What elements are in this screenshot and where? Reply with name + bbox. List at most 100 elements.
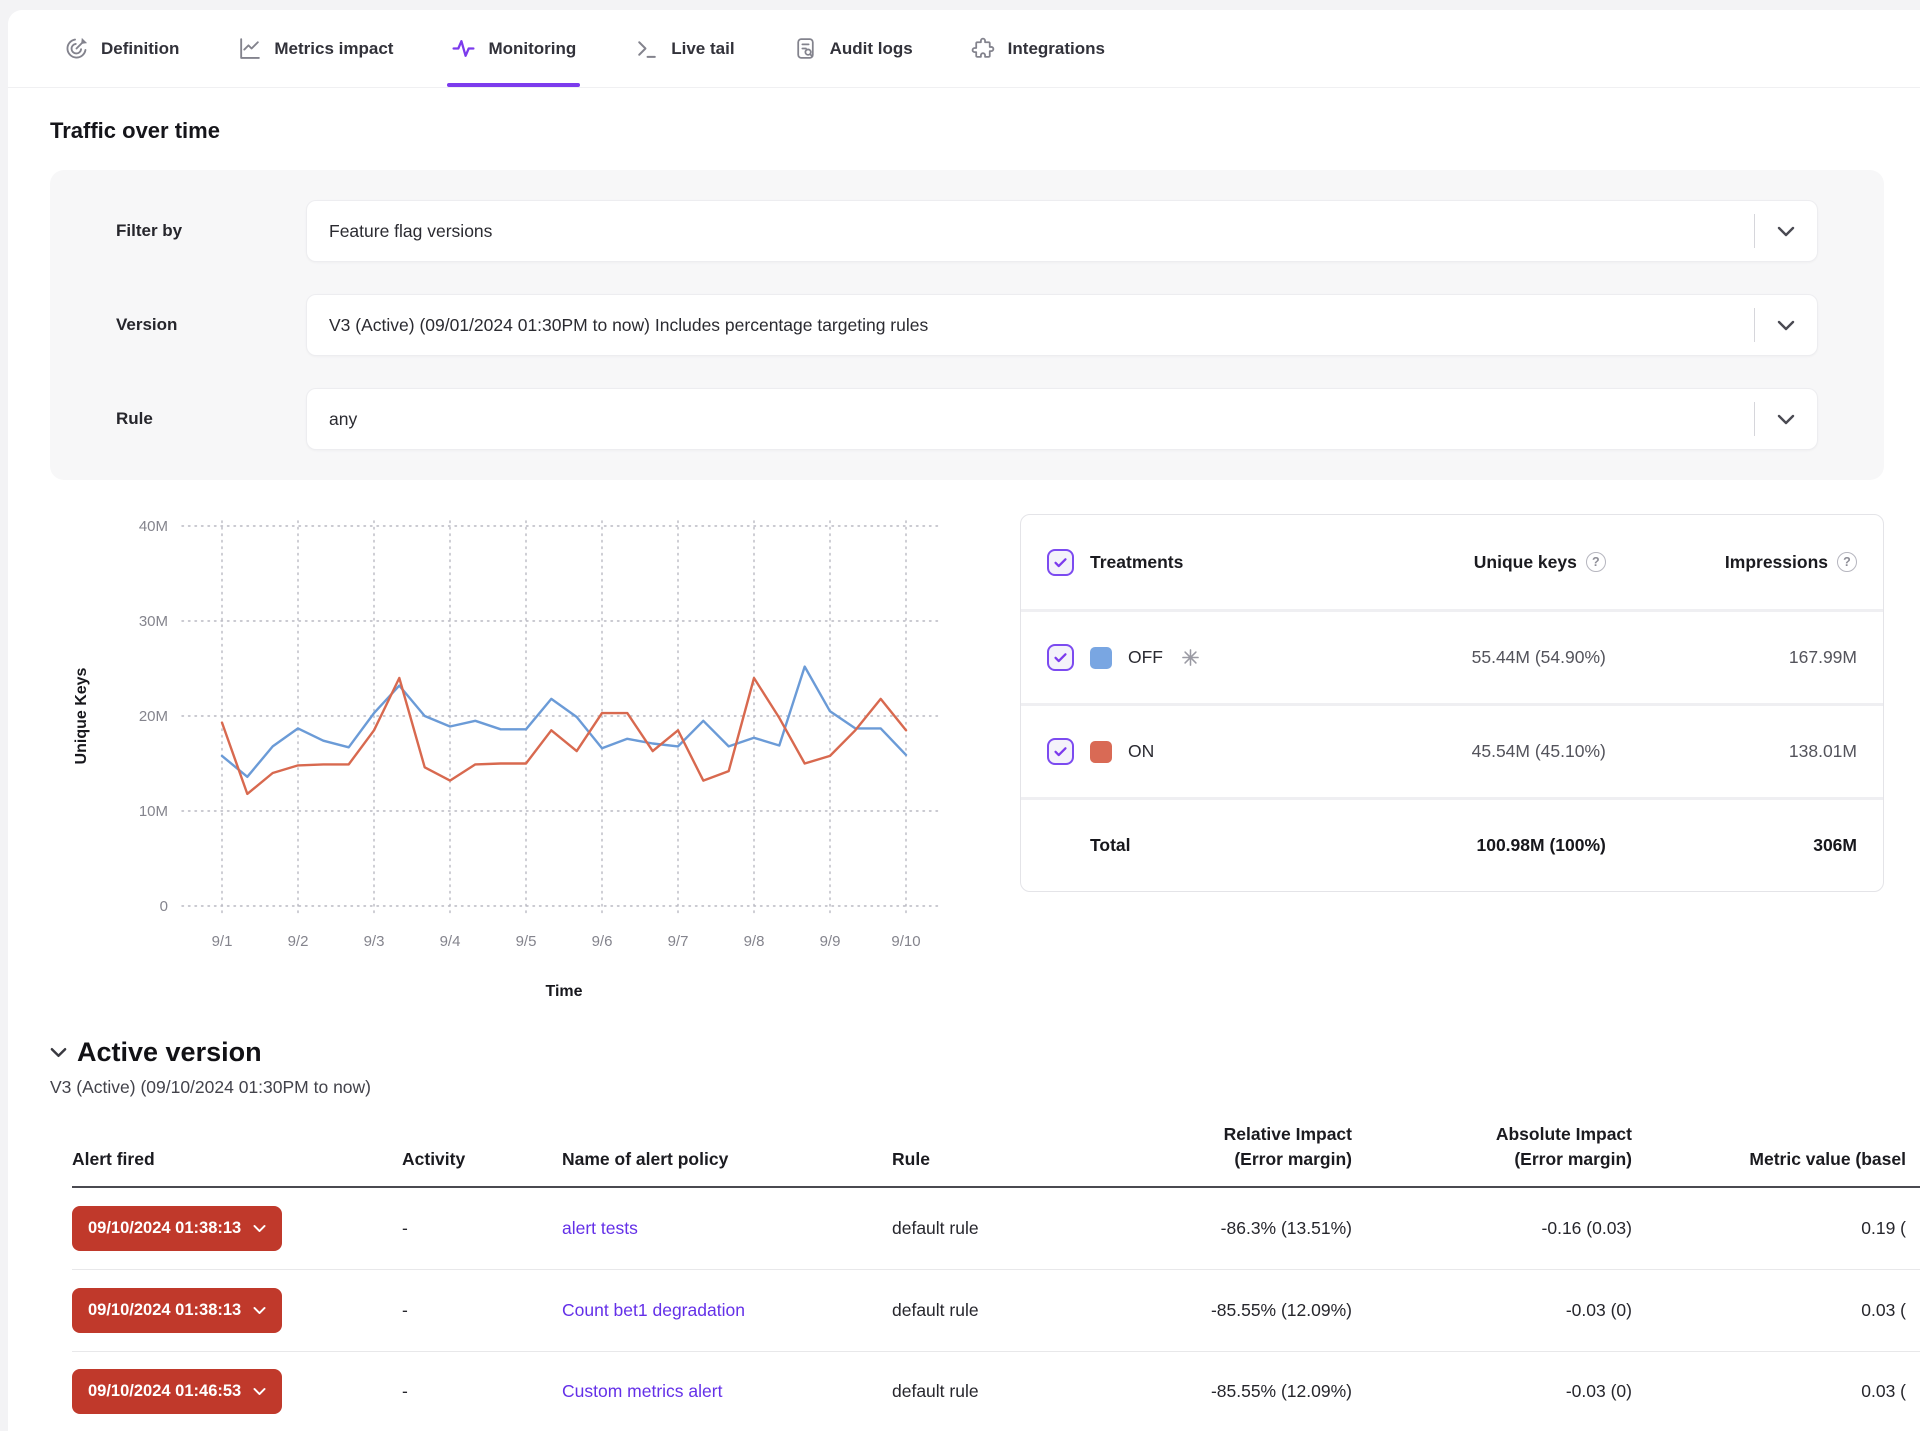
treatments-table: Treatments Unique keys ? Impressions ? — [1020, 514, 1884, 892]
help-icon[interactable]: ? — [1837, 552, 1857, 572]
treatment-impressions: 138.01M — [1789, 741, 1857, 762]
svg-text:9/6: 9/6 — [592, 933, 613, 950]
alert-fired-badge[interactable]: 09/10/2024 01:46:53 — [72, 1369, 282, 1414]
alert-row: 09/10/2024 01:46:53 - Custom metrics ale… — [72, 1352, 1920, 1431]
svg-text:Time: Time — [545, 983, 582, 1000]
filter-by-dropdown[interactable]: Feature flag versions — [306, 200, 1818, 262]
alert-metric-value: 0.03 ( — [1632, 1381, 1920, 1402]
puzzle-icon — [971, 36, 996, 61]
treatments-title: Treatments — [1090, 552, 1183, 573]
col-relative-impact: Relative Impact(Error margin) — [1102, 1122, 1352, 1173]
svg-text:30M: 30M — [139, 613, 168, 630]
svg-text:10M: 10M — [139, 803, 168, 820]
svg-text:20M: 20M — [139, 708, 168, 725]
alert-fired-badge[interactable]: 09/10/2024 01:38:13 — [72, 1206, 282, 1251]
alert-row: 09/10/2024 01:38:13 - Count bet1 degrada… — [72, 1270, 1920, 1352]
treatment-on-swatch — [1090, 741, 1112, 763]
col-absolute-impact: Absolute Impact(Error margin) — [1352, 1122, 1632, 1173]
treatment-off-checkbox[interactable] — [1047, 644, 1074, 671]
tab-audit-logs[interactable]: Audit logs — [793, 10, 913, 87]
tab-label: Monitoring — [488, 39, 576, 59]
treatments-total-row: Total 100.98M (100%) 306M — [1021, 797, 1883, 891]
help-icon[interactable]: ? — [1586, 552, 1606, 572]
treatment-on-checkbox[interactable] — [1047, 738, 1074, 765]
total-label: Total — [1090, 835, 1131, 856]
active-version-subtitle: V3 (Active) (09/10/2024 01:30PM to now) — [50, 1077, 1884, 1098]
alert-rule: default rule — [892, 1300, 1102, 1321]
version-label: Version — [116, 315, 306, 335]
total-impressions: 306M — [1813, 835, 1857, 856]
alert-rule: default rule — [892, 1218, 1102, 1239]
svg-text:Unique Keys: Unique Keys — [73, 667, 90, 764]
svg-text:9/2: 9/2 — [288, 933, 309, 950]
svg-text:40M: 40M — [139, 518, 168, 535]
filter-row-version: Version V3 (Active) (09/01/2024 01:30PM … — [116, 294, 1818, 356]
version-dropdown[interactable]: V3 (Active) (09/01/2024 01:30PM to now) … — [306, 294, 1818, 356]
chevron-down-icon — [1755, 226, 1817, 237]
page-title: Traffic over time — [50, 118, 1884, 144]
alert-absolute-impact: -0.03 (0) — [1352, 1381, 1632, 1402]
alert-activity: - — [402, 1300, 562, 1321]
svg-text:9/3: 9/3 — [364, 933, 385, 950]
tab-label: Live tail — [671, 39, 734, 59]
dropdown-value: V3 (Active) (09/01/2024 01:30PM to now) … — [329, 315, 1754, 336]
tab-metrics-impact[interactable]: Metrics impact — [237, 10, 393, 87]
alert-row: 09/10/2024 01:38:13 - alert tests defaul… — [72, 1188, 1920, 1270]
tab-definition[interactable]: Definition — [64, 10, 179, 87]
alert-absolute-impact: -0.16 (0.03) — [1352, 1218, 1632, 1239]
tab-live-tail[interactable]: Live tail — [634, 10, 734, 87]
col-metric-value: Metric value (basel — [1632, 1147, 1920, 1172]
tab-bar: Definition Metrics impact Monitoring Liv… — [8, 10, 1920, 88]
filter-by-label: Filter by — [116, 221, 306, 241]
filter-panel: Filter by Feature flag versions Version … — [50, 170, 1884, 480]
alert-relative-impact: -86.3% (13.51%) — [1102, 1218, 1352, 1239]
active-version-title: Active version — [77, 1037, 262, 1068]
document-search-icon — [793, 36, 818, 61]
chevron-down-icon — [1755, 320, 1817, 331]
alert-fired-time: 09/10/2024 01:38:13 — [88, 1301, 241, 1320]
col-alert-fired: Alert fired — [72, 1147, 402, 1172]
tab-label: Metrics impact — [274, 39, 393, 59]
svg-text:9/10: 9/10 — [891, 933, 920, 950]
svg-text:9/1: 9/1 — [212, 933, 233, 950]
svg-text:9/4: 9/4 — [440, 933, 461, 950]
dropdown-value: any — [329, 409, 1754, 430]
chevron-down-icon — [253, 1306, 266, 1315]
treatment-name: ON — [1128, 741, 1154, 762]
alert-rule: default rule — [892, 1381, 1102, 1402]
treatments-header-row: Treatments Unique keys ? Impressions ? — [1021, 515, 1883, 609]
alert-relative-impact: -85.55% (12.09%) — [1102, 1300, 1352, 1321]
alert-metric-value: 0.19 ( — [1632, 1218, 1920, 1239]
impressions-header: Impressions — [1725, 552, 1828, 573]
check-icon — [1052, 649, 1069, 666]
treatment-impressions: 167.99M — [1789, 647, 1857, 668]
tab-monitoring[interactable]: Monitoring — [451, 10, 576, 87]
alert-policy-link[interactable]: Custom metrics alert — [562, 1381, 722, 1401]
alert-policy-link[interactable]: Count bet1 degradation — [562, 1300, 745, 1320]
unique-keys-header: Unique keys — [1474, 552, 1577, 573]
svg-text:9/5: 9/5 — [516, 933, 537, 950]
rule-label: Rule — [116, 409, 306, 429]
col-rule: Rule — [892, 1147, 1102, 1172]
alert-fired-badge[interactable]: 09/10/2024 01:38:13 — [72, 1288, 282, 1333]
check-icon — [1052, 554, 1069, 571]
alert-activity: - — [402, 1218, 562, 1239]
active-version-header[interactable]: Active version — [50, 1037, 1884, 1068]
tab-integrations[interactable]: Integrations — [971, 10, 1105, 87]
alert-absolute-impact: -0.03 (0) — [1352, 1300, 1632, 1321]
tab-label: Definition — [101, 39, 179, 59]
alert-policy-link[interactable]: alert tests — [562, 1218, 638, 1238]
chevron-down-icon — [253, 1224, 266, 1233]
tab-label: Integrations — [1008, 39, 1105, 59]
chevron-down-icon — [1755, 414, 1817, 425]
collapse-chevron-icon — [50, 1047, 67, 1058]
filter-row-rule: Rule any — [116, 388, 1818, 450]
treatments-select-all-checkbox[interactable] — [1047, 549, 1074, 576]
traffic-chart: 010M20M30M40M9/19/29/39/49/59/69/79/89/9… — [50, 506, 970, 1011]
treatment-row-off: OFF 55.44M (54.90%) 167.99M — [1021, 609, 1883, 703]
rule-dropdown[interactable]: any — [306, 388, 1818, 450]
line-chart: 010M20M30M40M9/19/29/39/49/59/69/79/89/9… — [50, 506, 970, 1006]
alert-activity: - — [402, 1381, 562, 1402]
filter-row-filter-by: Filter by Feature flag versions — [116, 200, 1818, 262]
treatment-name: OFF — [1128, 647, 1163, 668]
